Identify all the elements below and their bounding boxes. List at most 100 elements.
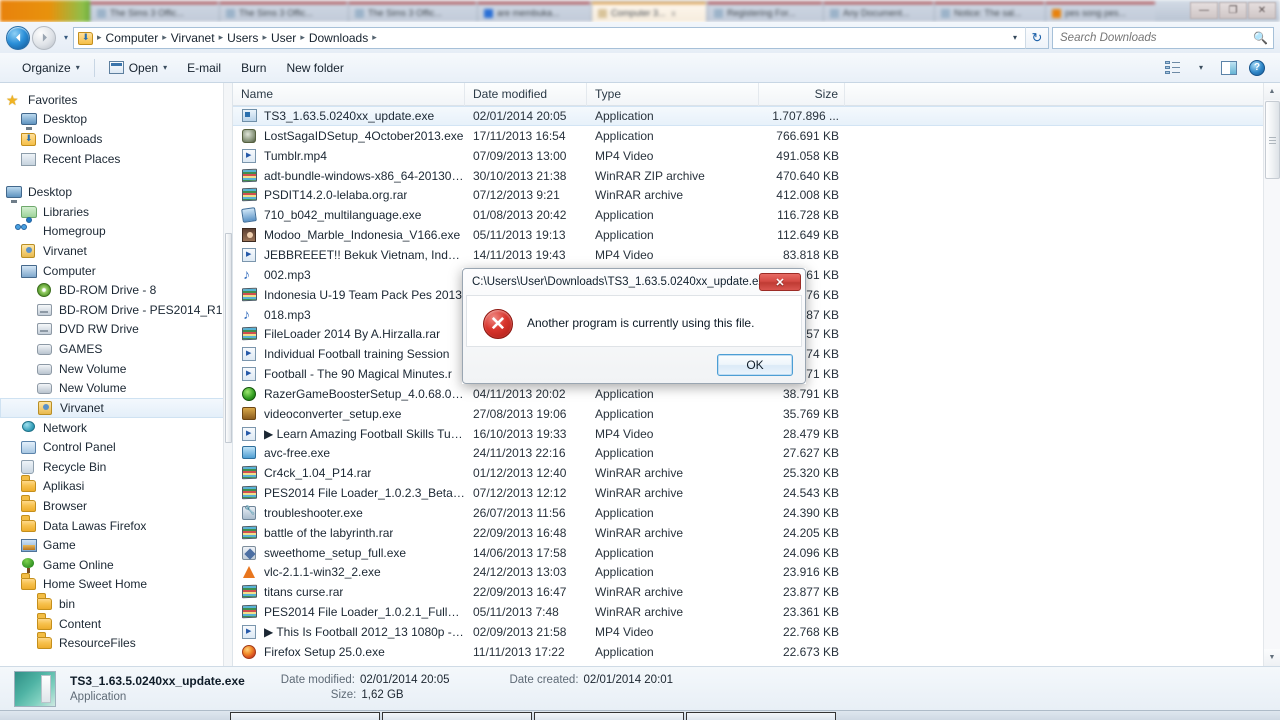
file-row[interactable]: battle of the labyrinth.rar 22/09/2013 16… — [233, 523, 1280, 543]
sidebar-item-game[interactable]: Game — [0, 535, 232, 555]
navigation-pane-scrollbar[interactable] — [223, 83, 232, 666]
search-box[interactable]: 🔍 — [1052, 26, 1274, 49]
navigation-scrollbar-thumb[interactable] — [225, 233, 232, 443]
taskbar-button[interactable] — [382, 711, 532, 720]
sidebar-item-home-sweet-home[interactable]: Home Sweet Home — [0, 575, 232, 595]
sidebar-item-bd-rom-drive-8[interactable]: BD-ROM Drive - 8 — [0, 280, 232, 300]
sidebar-item-virvanet[interactable]: Virvanet — [0, 241, 232, 261]
file-row[interactable]: RazerGameBoosterSetup_4.0.68.0.exe 04/11/… — [233, 384, 1280, 404]
back-button[interactable] — [6, 25, 30, 50]
sidebar-item-libraries[interactable]: Libraries — [0, 202, 232, 222]
sidebar-item-content[interactable]: Content — [0, 614, 232, 634]
scroll-up-arrow[interactable]: ▲ — [1264, 83, 1280, 100]
sidebar-item-desktop[interactable]: Desktop — [0, 110, 232, 130]
browser-tab[interactable]: The Sims 3 Offic... — [90, 2, 218, 22]
file-row[interactable]: titans curse.rar 22/09/2013 16:47 WinRAR a… — [233, 582, 1280, 602]
email-button[interactable]: E-mail — [177, 58, 231, 78]
sidebar-item-control-panel[interactable]: Control Panel — [0, 438, 232, 458]
taskbar-button[interactable] — [686, 711, 836, 720]
sidebar-item-virvanet[interactable]: Virvanet — [0, 397, 232, 418]
file-row[interactable]: Modoo_Marble_Indonesia_V166.exe 05/11/201… — [233, 225, 1280, 245]
sidebar-item-browser[interactable]: Browser — [0, 496, 232, 516]
sidebar-item-resourcefiles[interactable]: ResourceFiles — [0, 633, 232, 653]
browser-tab[interactable]: Computer 3... x — [591, 2, 706, 22]
file-row[interactable]: videoconverter_setup.exe 27/08/2013 19:06… — [233, 404, 1280, 424]
sidebar-item-homegroup[interactable]: Homegroup — [0, 217, 232, 242]
sidebar-item-favorites[interactable]: ★ Favorites — [0, 90, 232, 110]
dialog-close-button[interactable]: ✕ — [759, 273, 801, 291]
organize-button[interactable]: Organize ▾ — [12, 58, 90, 78]
open-button[interactable]: Open ▾ — [99, 58, 177, 78]
file-list-scrollbar-thumb[interactable] — [1265, 101, 1280, 179]
scroll-down-arrow[interactable]: ▼ — [1264, 649, 1280, 666]
recent-pages-button[interactable]: ▾ — [59, 27, 73, 49]
column-header-size[interactable]: Size — [759, 83, 845, 106]
file-row[interactable]: TS3_1.63.5.0240xx_update.exe 02/01/2014 2… — [233, 106, 1280, 126]
taskbar-button[interactable] — [534, 711, 684, 720]
file-row[interactable]: PES2014 File Loader_1.0.2.1_Full_Jenkey1… — [233, 602, 1280, 622]
sidebar-item-new-volume[interactable]: New Volume — [0, 359, 232, 379]
breadcrumb-item-user[interactable]: User — [268, 30, 299, 46]
file-row[interactable]: ▶ This Is Football 2012_13 1080p - Best … — [233, 622, 1280, 642]
sidebar-item-aplikasi[interactable]: Aplikasi — [0, 477, 232, 497]
restore-button[interactable]: ❐ — [1219, 2, 1247, 19]
file-row[interactable]: sweethome_setup_full.exe 14/06/2013 17:58… — [233, 543, 1280, 563]
file-row[interactable]: PES2014 File Loader_1.0.2.3_Beta_Jenkey.… — [233, 483, 1280, 503]
search-input[interactable] — [1058, 30, 1254, 45]
browser-tab-close-icon[interactable]: x — [672, 9, 676, 18]
sidebar-item-downloads[interactable]: Downloads — [0, 129, 232, 149]
refresh-button[interactable]: ↻ — [1025, 26, 1049, 49]
file-row[interactable]: avc-free.exe 24/11/2013 22:16 Application 2… — [233, 444, 1280, 464]
browser-tab[interactable]: The Sims 3 Offic... — [219, 2, 347, 22]
sidebar-item-games[interactable]: GAMES — [0, 339, 232, 359]
browser-tab[interactable]: Any Document... — [823, 2, 933, 22]
file-list-scrollbar[interactable]: ▲ ▼ — [1263, 83, 1280, 666]
file-row[interactable]: PSDIT14.2.0-lelaba.org.rar 07/12/2013 9:2… — [233, 186, 1280, 206]
sidebar-item-desktop[interactable]: Desktop — [0, 182, 232, 202]
burn-button[interactable]: Burn — [231, 58, 276, 78]
file-row[interactable]: JEBBREEET!! Bekuk Vietnam, Indonesia J..… — [233, 245, 1280, 265]
change-view-button[interactable] — [1160, 57, 1186, 79]
browser-tab[interactable]: Registering For... — [707, 2, 822, 22]
file-row[interactable]: 710_b042_multilanguage.exe 01/08/2013 20:… — [233, 205, 1280, 225]
breadcrumb-item-users[interactable]: Users — [224, 30, 261, 46]
sidebar-item-dvd-rw-drive[interactable]: DVD RW Drive — [0, 320, 232, 340]
sidebar-item-network[interactable]: Network — [0, 418, 232, 438]
taskbar-button[interactable] — [230, 711, 380, 720]
forward-button[interactable] — [32, 25, 56, 50]
sidebar-item-new-volume[interactable]: New Volume — [0, 378, 232, 398]
sidebar-item-bin[interactable]: bin — [0, 594, 232, 614]
address-history-dropdown[interactable]: ▾ — [1005, 26, 1025, 49]
ok-button[interactable]: OK — [717, 354, 793, 376]
file-row[interactable]: Firefox Setup 25.0.exe 11/11/2013 17:22 Ap… — [233, 642, 1280, 662]
file-row[interactable]: troubleshooter.exe 26/07/2013 11:56 Applic… — [233, 503, 1280, 523]
close-button[interactable]: ✕ — [1248, 2, 1276, 19]
browser-tab[interactable]: pes song pes... — [1045, 2, 1155, 22]
column-header-date-modified[interactable]: Date modified — [465, 83, 587, 106]
breadcrumb-item-computer[interactable]: Computer — [103, 30, 162, 46]
sidebar-item-bd-rom-drive-pes2014-r1[interactable]: BD-ROM Drive - PES2014_R1 — [0, 300, 232, 320]
breadcrumb-item-downloads[interactable]: Downloads — [306, 30, 371, 46]
breadcrumb[interactable]: ▸ Computer ▸ Virvanet ▸ Users ▸ User ▸ D… — [73, 26, 1005, 49]
browser-tab[interactable]: Notice: The sal... — [934, 2, 1044, 22]
column-header-name[interactable]: Name — [233, 83, 465, 106]
file-row[interactable]: ▶ Learn Amazing Football Skills Tutoria.… — [233, 424, 1280, 444]
new-folder-button[interactable]: New folder — [276, 58, 353, 78]
sidebar-item-recycle-bin[interactable]: Recycle Bin — [0, 457, 232, 477]
file-row[interactable]: adt-bundle-windows-x86_64-20130917.z... 3… — [233, 166, 1280, 186]
view-dropdown-button[interactable]: ▾ — [1188, 57, 1214, 79]
file-row[interactable]: Tumblr.mp4 07/09/2013 13:00 MP4 Video 491.0… — [233, 146, 1280, 166]
sidebar-item-recent-places[interactable]: Recent Places — [0, 149, 232, 169]
breadcrumb-item-virvanet[interactable]: Virvanet — [168, 30, 218, 46]
preview-pane-button[interactable] — [1216, 57, 1242, 79]
column-header-type[interactable]: Type — [587, 83, 759, 106]
browser-tab[interactable]: The Sims 3 Offic... — [348, 2, 476, 22]
minimize-button[interactable]: — — [1190, 2, 1218, 19]
dialog-title-bar[interactable]: C:\Users\User\Downloads\TS3_1.63.5.0240x… — [463, 269, 805, 295]
file-row[interactable]: LostSagaIDSetup_4October2013.exe 17/11/20… — [233, 126, 1280, 146]
file-row[interactable]: vlc-2.1.1-win32_2.exe 24/12/2013 13:03 App… — [233, 563, 1280, 583]
sidebar-item-computer[interactable]: Computer — [0, 261, 232, 281]
browser-tab[interactable]: are membuka... — [477, 2, 590, 22]
sidebar-item-game-online[interactable]: Game Online — [0, 555, 232, 575]
help-button[interactable]: ? — [1244, 57, 1270, 79]
